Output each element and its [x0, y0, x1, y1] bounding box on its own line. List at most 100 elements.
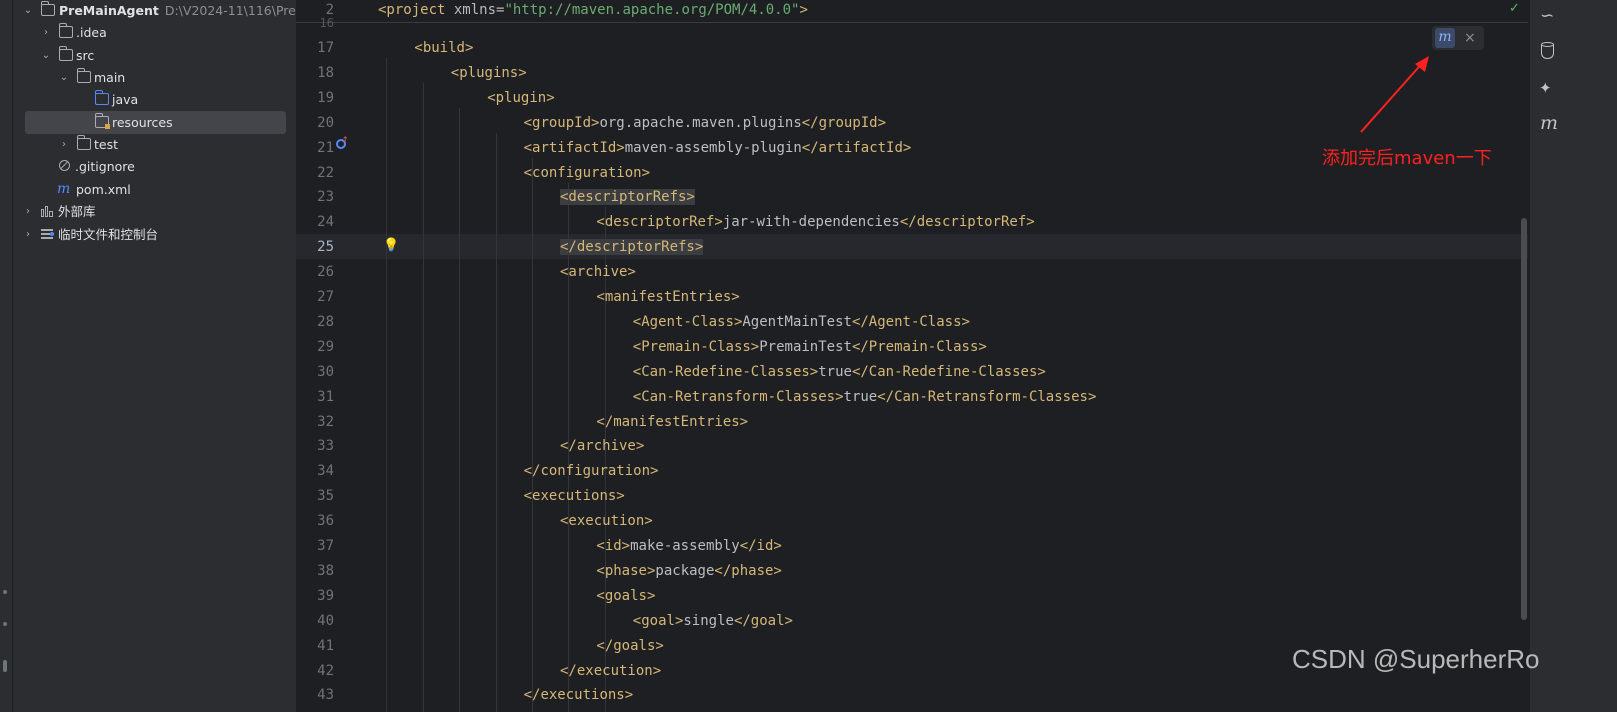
maven-reload-icon[interactable]: m — [1435, 28, 1455, 48]
project-tool-window: ⌄ PreMainAgent D:\V2024-11\116\PreMainA ›… — [13, 0, 305, 712]
tree-item-java[interactable]: java — [13, 88, 305, 111]
line-number: 17 — [317, 40, 334, 56]
tree-item-label: 临时文件和控制台 — [58, 227, 159, 242]
code-line[interactable]: </configuration> — [524, 461, 659, 481]
root-path: D:\V2024-11\116\PreMainA — [164, 3, 305, 18]
tree-item-label: resources — [112, 115, 173, 130]
code-line[interactable]: </archive> — [560, 436, 644, 456]
chevron-right-icon[interactable]: › — [22, 223, 34, 246]
tree-item-idea[interactable]: › .idea — [13, 21, 305, 44]
code-line[interactable]: <phase>package</phase> — [596, 561, 781, 581]
line-number: 34 — [317, 463, 334, 480]
code-line[interactable]: <manifestEntries> — [596, 287, 739, 307]
tree-item-resources[interactable]: resources — [13, 111, 305, 134]
code-line[interactable]: <executions> — [524, 486, 625, 506]
line-number: 33 — [317, 438, 334, 455]
library-icon — [41, 206, 54, 217]
tree-item-src[interactable]: ⌄ src — [13, 44, 305, 67]
line-number: 32 — [317, 413, 334, 430]
code-line[interactable]: <Premain-Class>PremainTest</Premain-Clas… — [633, 337, 987, 357]
no-problems-check-icon[interactable]: ✓ — [1509, 1, 1520, 16]
code-line[interactable]: <id>make-assembly</id> — [596, 536, 781, 556]
line-number: 41 — [317, 637, 334, 654]
chevron-down-icon[interactable]: ⌄ — [58, 66, 70, 89]
code-line[interactable]: <execution> — [560, 511, 653, 531]
indent-guide — [422, 82, 424, 712]
chevron-right-icon[interactable]: › — [40, 21, 52, 44]
code-line[interactable]: <Can-Retransform-Classes>true</Can-Retra… — [633, 387, 1097, 407]
maven-file-icon: m — [57, 181, 71, 197]
chevron-right-icon[interactable]: › — [22, 200, 34, 223]
code-line[interactable]: <plugin> — [487, 88, 554, 108]
plugins-icon[interactable]: ✦ — [1539, 79, 1552, 97]
module-folder-icon — [41, 1, 55, 16]
tree-item-test[interactable]: › test — [13, 133, 305, 156]
line-number: 23 — [317, 189, 334, 206]
code-line[interactable]: <goals> — [596, 586, 655, 606]
ai-assistant-icon[interactable]: ∽ — [1540, 6, 1554, 26]
tree-item-external-libraries[interactable]: › 外部库 — [13, 200, 305, 223]
close-icon[interactable]: × — [1464, 28, 1476, 48]
tree-item-main[interactable]: ⌄ main — [13, 66, 305, 89]
code-line[interactable]: </executions> — [524, 685, 634, 705]
line-number: 36 — [317, 513, 334, 530]
tool-marker[interactable] — [3, 622, 7, 626]
tree-item-scratches[interactable]: › 临时文件和控制台 — [13, 223, 305, 246]
scratches-icon — [41, 228, 54, 240]
override-gutter-icon[interactable]: ↑ — [336, 136, 349, 149]
tree-item-gitignore[interactable]: .gitignore — [13, 155, 305, 178]
tool-marker[interactable] — [3, 660, 7, 672]
lightbulb-icon[interactable]: 💡 — [383, 238, 399, 253]
code-line[interactable]: </goals> — [596, 636, 663, 656]
watermark: CSDN @SuperherRo — [1292, 644, 1540, 674]
code-line[interactable]: </descriptorRefs> — [560, 237, 704, 257]
line-number: 38 — [317, 562, 334, 579]
code-line[interactable]: <configuration> — [524, 163, 650, 183]
code-line[interactable]: <archive> — [560, 262, 636, 282]
line-number: 43 — [317, 687, 334, 704]
code-line[interactable]: <Can-Redefine-Classes>true</Can-Redefine… — [633, 362, 1046, 382]
sticky-header[interactable]: 2 <project xmlns="http://maven.apache.or… — [296, 0, 1528, 23]
code-line[interactable]: <descriptorRefs> — [560, 187, 695, 207]
line-number: 20 — [317, 114, 334, 131]
code-line[interactable]: <groupId>org.apache.maven.plugins</group… — [524, 113, 886, 133]
line-number: 26 — [317, 264, 334, 281]
tree-item-label: java — [112, 92, 139, 107]
code-line[interactable]: <plugins> — [451, 63, 527, 83]
database-icon[interactable] — [1541, 42, 1554, 59]
line-number: 27 — [317, 289, 334, 305]
code-line[interactable]: <artifactId>maven-assembly-plugin</artif… — [524, 138, 912, 158]
line-number: 39 — [317, 587, 334, 604]
tree-item-pom[interactable]: m pom.xml — [13, 178, 305, 201]
editor-scrollbar-thumb[interactable] — [1521, 218, 1527, 620]
tree-root-premainagent[interactable]: ⌄ PreMainAgent D:\V2024-11\116\PreMainA — [13, 0, 305, 22]
line-number: 18 — [317, 64, 334, 81]
tree-item-label: test — [94, 137, 119, 152]
folder-icon — [59, 46, 73, 61]
chevron-down-icon[interactable]: ⌄ — [22, 0, 34, 22]
tree-item-label: .gitignore — [75, 159, 135, 174]
code-line[interactable]: <Agent-Class>AgentMainTest</Agent-Class> — [633, 312, 970, 332]
folder-icon — [77, 68, 91, 83]
maven-icon[interactable]: m — [1540, 112, 1558, 134]
tree-item-label: pom.xml — [76, 182, 131, 197]
resources-folder-icon — [95, 113, 110, 129]
chevron-right-icon[interactable]: › — [58, 133, 70, 156]
line-number: 37 — [317, 538, 334, 554]
code-line[interactable]: <descriptorRef>jar-with-dependencies</de… — [596, 212, 1034, 232]
indent-guide — [386, 58, 388, 712]
code-editor[interactable]: 17 <build> 18 <plugins> 19 <plugin> 20 <groupId… — [296, 0, 1528, 712]
tree-item-label: .idea — [76, 25, 107, 40]
line-number: 21 — [317, 139, 334, 156]
chevron-down-icon[interactable]: ⌄ — [40, 44, 52, 67]
code-line[interactable]: </manifestEntries> — [596, 412, 748, 432]
code-line[interactable]: </execution> — [560, 661, 661, 681]
current-line-highlight — [296, 234, 1528, 259]
line-number: 30 — [317, 363, 334, 380]
code-line[interactable]: <goal>single</goal> — [633, 611, 793, 631]
code-line[interactable]: <build> — [414, 38, 473, 58]
tool-marker[interactable] — [3, 590, 7, 594]
tree-item-label: src — [76, 48, 95, 63]
sticky-code: <project xmlns="http://maven.apache.org/… — [378, 2, 808, 18]
left-tool-strip — [0, 0, 13, 712]
